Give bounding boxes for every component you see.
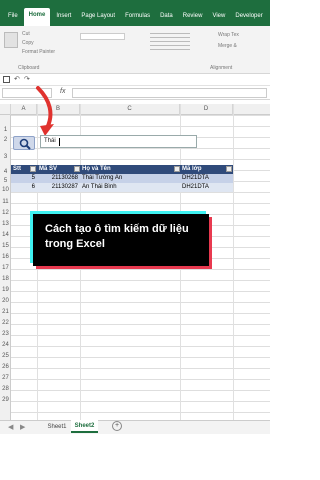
tab-formulas[interactable]: Formulas <box>121 12 154 26</box>
filter-dropdown-icon[interactable] <box>74 166 80 172</box>
row-header[interactable]: 20 <box>0 296 11 306</box>
row-header[interactable]: 27 <box>0 373 11 383</box>
sheet-tab-sheet2[interactable]: Sheet2 <box>71 420 98 433</box>
tab-file[interactable]: File <box>4 12 22 26</box>
search-button[interactable] <box>13 136 35 150</box>
row-headers: 1 2 3 4 5 10 11 12 13 14 15 16 17 18 19 20 21 22 23 24 25 26 2… <box>0 115 11 420</box>
wrap-text-button[interactable]: Wrap Tex <box>218 32 239 38</box>
row-header[interactable]: 12 <box>0 208 11 218</box>
add-sheet-button[interactable]: + <box>112 421 122 431</box>
table-row[interactable]: 5 21130268 Thái Tường An DH21DTA <box>11 174 233 183</box>
tab-help[interactable]: He <box>269 12 285 26</box>
table-cell[interactable]: 21130287 <box>37 183 80 192</box>
formula-input[interactable] <box>72 88 267 98</box>
column-header-c[interactable]: C <box>80 104 180 115</box>
search-icon <box>19 138 31 150</box>
row-header[interactable]: 17 <box>0 263 11 273</box>
row-header[interactable]: 19 <box>0 285 11 295</box>
row-header[interactable]: 25 <box>0 351 11 361</box>
filter-dropdown-icon[interactable] <box>30 166 36 172</box>
search-input-value: Thái <box>44 138 56 144</box>
table-cell[interactable]: 5 <box>11 174 37 183</box>
cell-grid[interactable] <box>11 115 270 420</box>
tab-developer[interactable]: Developer <box>231 12 266 26</box>
format-painter-button[interactable]: Format Painter <box>22 49 55 55</box>
row-header[interactable]: 24 <box>0 340 11 350</box>
ribbon-body: Cut Copy Format Painter Clipboard Wrap T… <box>0 26 270 74</box>
row-header[interactable]: 3 <box>0 152 11 162</box>
select-all-corner[interactable] <box>0 104 11 115</box>
annotation-arrow-icon <box>36 86 54 136</box>
table-cell[interactable]: 21130268 <box>37 174 80 183</box>
tab-review[interactable]: Review <box>179 12 207 26</box>
table-cell[interactable]: Thái Tường An <box>80 174 180 183</box>
row-header[interactable]: 13 <box>0 219 11 229</box>
copy-button[interactable]: Copy <box>22 40 34 46</box>
undo-icon[interactable]: ↶ <box>14 75 20 83</box>
table-cell[interactable]: DH21DTA <box>180 183 233 192</box>
row-header[interactable]: 29 <box>0 395 11 405</box>
text-cursor <box>59 138 60 146</box>
font-style-buttons[interactable] <box>80 44 130 51</box>
column-header-d[interactable]: D <box>180 104 233 115</box>
ribbon-tabs: File Home Insert Page Layout Formulas Da… <box>0 0 280 26</box>
tab-insert[interactable]: Insert <box>52 12 75 26</box>
row-header[interactable]: 26 <box>0 362 11 372</box>
sheet-scroll-right-icon[interactable]: ▶ <box>20 423 25 431</box>
row-header[interactable]: 2 <box>0 135 11 145</box>
sheet-tab-bar: ◀ ▶ <box>0 420 270 434</box>
table-row[interactable]: 6 21130287 An Thái Bình DH21DTA <box>11 183 233 192</box>
tab-data[interactable]: Data <box>156 12 177 26</box>
row-header[interactable]: 14 <box>0 230 11 240</box>
gridline <box>233 104 234 420</box>
merge-button[interactable]: Merge & <box>218 43 237 49</box>
paste-icon[interactable] <box>4 32 18 48</box>
filter-active-icon[interactable] <box>174 166 180 172</box>
table-cell[interactable]: DH21DTA <box>180 174 233 183</box>
table-header-ho-va-ten[interactable]: Họ và Tên <box>80 165 180 174</box>
tab-home[interactable]: Home <box>23 8 51 26</box>
search-input[interactable]: Thái <box>40 135 197 148</box>
row-header[interactable]: 10 <box>0 185 11 195</box>
row-header[interactable]: 21 <box>0 307 11 317</box>
font-name-box[interactable] <box>80 33 125 40</box>
table-cell[interactable]: 6 <box>11 183 37 192</box>
row-header[interactable]: 18 <box>0 274 11 284</box>
row-header[interactable]: 16 <box>0 252 11 262</box>
clipboard-group-label: Clipboard <box>18 65 40 71</box>
redo-icon[interactable]: ↷ <box>24 75 30 83</box>
table-cell[interactable]: An Thái Bình <box>80 183 180 192</box>
tab-view[interactable]: View <box>208 12 229 26</box>
table-header-row: Stt Mã SV Họ và Tên Mã lớp <box>11 165 233 174</box>
sheet-tab-sheet1[interactable]: Sheet1 <box>44 421 70 433</box>
alignment-icons[interactable] <box>150 33 190 51</box>
row-header[interactable]: 15 <box>0 241 11 251</box>
row-header[interactable]: 11 <box>0 197 11 207</box>
row-header[interactable]: 23 <box>0 329 11 339</box>
save-icon[interactable] <box>3 76 10 83</box>
sheet-scroll-left-icon[interactable]: ◀ <box>8 423 13 431</box>
banner-title: Cách tạo ô tìm kiếm dữ liệu trong Excel <box>45 223 189 250</box>
tab-page-layout[interactable]: Page Layout <box>77 12 119 26</box>
quick-access-toolbar: ↶ ↷ <box>0 74 270 86</box>
filter-dropdown-icon[interactable] <box>226 166 232 172</box>
alignment-group-label: Alignment <box>210 65 233 71</box>
row-header[interactable]: 28 <box>0 384 11 394</box>
fx-icon: fx <box>60 88 66 95</box>
row-header[interactable]: 22 <box>0 318 11 328</box>
cut-button[interactable]: Cut <box>22 31 30 37</box>
row-header[interactable]: 1 <box>0 125 11 135</box>
